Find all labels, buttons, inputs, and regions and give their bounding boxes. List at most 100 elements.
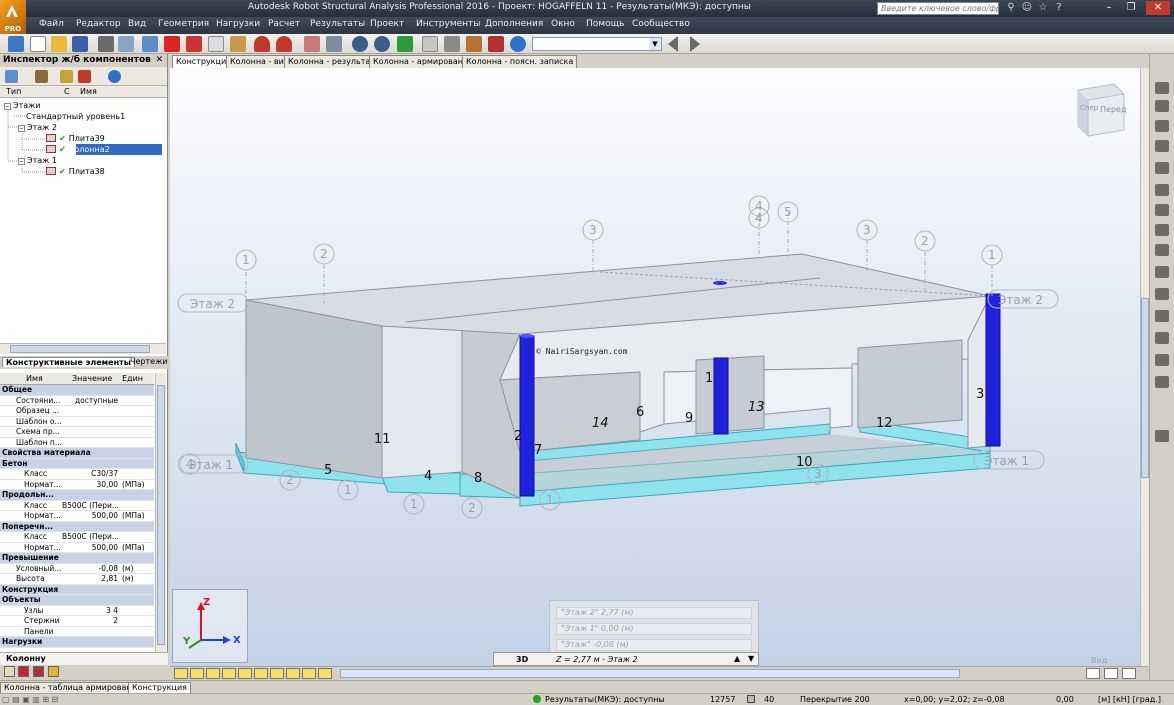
filter-icon[interactable] <box>60 70 73 83</box>
section-icon[interactable] <box>1155 140 1169 152</box>
property-group[interactable]: Поперечн... <box>0 521 154 532</box>
open-file-icon[interactable] <box>51 36 67 52</box>
structure-model-icon[interactable] <box>444 36 460 52</box>
viewport-vertical-scrollbar[interactable] <box>1140 68 1149 666</box>
property-value[interactable]: 500,00 <box>62 543 118 552</box>
level-row-floor1[interactable]: "Этаж 1" 0,00 (м) <box>556 623 752 635</box>
prop-col-name[interactable]: Имя <box>26 374 43 383</box>
element-number-label[interactable]: 1 <box>705 371 713 386</box>
view-icon[interactable] <box>254 668 268 679</box>
property-value[interactable]: C30/37 <box>62 469 118 478</box>
opening-mid[interactable] <box>695 355 765 435</box>
maximize-button[interactable]: ❐ <box>1124 1 1138 15</box>
star-icon[interactable]: ☆ <box>1036 1 1050 15</box>
property-group[interactable]: Конструкция <box>0 584 154 595</box>
property-row[interactable]: Класс B500C (Пери... <box>0 501 154 511</box>
level-row-base[interactable]: "Этаж" -0,08 (м) <box>556 639 752 651</box>
element-number-label[interactable]: 2 <box>514 429 522 444</box>
tab-structural-elements[interactable]: Конструктивные элементы <box>2 357 135 367</box>
material-icon[interactable] <box>1155 162 1169 174</box>
property-row[interactable]: Состояни... доступные <box>0 396 154 406</box>
bar-icon[interactable] <box>1155 100 1169 112</box>
property-row[interactable]: Шаблон п... <box>0 438 154 448</box>
property-group[interactable]: Бетон <box>0 458 154 469</box>
view-mode-icon[interactable] <box>1122 668 1136 679</box>
menu-geometry[interactable]: Геометрия <box>158 19 209 29</box>
wall-left[interactable] <box>245 299 383 479</box>
preferences-icon[interactable] <box>466 36 482 52</box>
display-icon[interactable] <box>326 36 342 52</box>
member-type-icon[interactable] <box>1155 288 1169 300</box>
column-1[interactable] <box>713 357 729 435</box>
element-number-label[interactable]: 9 <box>685 411 693 426</box>
menu-project[interactable]: Проект <box>370 19 404 29</box>
view-mode-icon[interactable] <box>1104 668 1118 679</box>
property-row[interactable]: Стержни 2 <box>0 616 154 627</box>
next-arrow-icon[interactable] <box>690 36 700 52</box>
close-button[interactable]: ✕ <box>1146 1 1170 15</box>
screen-capture-icon[interactable] <box>142 36 158 52</box>
property-row[interactable]: Узлы 3 4 <box>0 606 154 616</box>
current-level[interactable]: Z = 2,77 м - Этаж 2 <box>556 655 638 664</box>
property-group[interactable]: Нагрузки <box>0 637 154 648</box>
property-row[interactable]: Нормат... 500,00 (МПа) <box>0 511 154 522</box>
element-number-label[interactable]: 5 <box>324 463 332 478</box>
property-row[interactable]: Класс C30/37 <box>0 469 154 480</box>
element-number-label[interactable]: 3 <box>976 387 984 402</box>
node-icon[interactable] <box>1155 82 1169 94</box>
property-value[interactable]: 500,00 <box>62 511 118 520</box>
menu-loads[interactable]: Нагрузки <box>216 19 260 29</box>
column-2[interactable] <box>519 335 535 497</box>
job-preferences-icon[interactable] <box>488 36 504 52</box>
property-value[interactable]: 2 <box>62 616 118 625</box>
element-number-label[interactable]: 11 <box>374 432 391 447</box>
menu-tools[interactable]: Инструменты <box>416 19 480 29</box>
release-icon[interactable] <box>1155 184 1169 196</box>
grid-icon[interactable] <box>1155 224 1169 236</box>
structure-viewport[interactable]: Спер Перед 1 2 3 4 5 4 3 2 1 4 3 2 1 1 2… <box>170 68 1142 666</box>
element-number-label[interactable]: 8 <box>474 471 482 486</box>
dimension-icon[interactable] <box>1155 266 1169 278</box>
menu-help[interactable]: Помощь <box>586 19 624 29</box>
menu-results[interactable]: Результаты <box>310 19 365 29</box>
menu-community[interactable]: Сообщество <box>632 19 690 29</box>
cut-icon[interactable] <box>186 36 202 52</box>
menu-analysis[interactable]: Расчет <box>268 19 300 29</box>
units[interactable]: [м] [кН] [град.] <box>1098 695 1161 704</box>
view-icon[interactable] <box>206 668 220 679</box>
paste-icon[interactable] <box>230 36 246 52</box>
property-group[interactable]: Свойства материала <box>0 448 154 459</box>
element-number-label[interactable]: 12 <box>876 416 893 431</box>
copy-icon[interactable] <box>208 36 224 52</box>
chevron-down-icon[interactable]: ▼ <box>649 38 661 50</box>
view-mode-3d[interactable]: 3D <box>516 655 528 664</box>
scroll-thumb[interactable] <box>157 385 165 645</box>
property-row[interactable]: Нормат... 30,00 (МПа) <box>0 480 154 490</box>
property-value[interactable]: -0,08 <box>62 564 118 573</box>
view-icon[interactable] <box>238 668 252 679</box>
edit-element-icon[interactable] <box>35 70 48 83</box>
tree-col-type[interactable]: Тип <box>6 87 21 96</box>
element-number-label[interactable]: 4 <box>424 469 432 484</box>
binoculars-icon[interactable]: ⚲ <box>1004 1 1018 15</box>
offset-icon[interactable] <box>1155 204 1169 216</box>
structure-type-icon[interactable] <box>8 36 24 52</box>
view-icon[interactable] <box>222 668 236 679</box>
redo-icon[interactable] <box>276 36 292 52</box>
tables-icon[interactable] <box>304 36 320 52</box>
view-mode-icon[interactable] <box>1086 668 1100 679</box>
property-row[interactable]: Нормат... 500,00 (МПа) <box>0 543 154 553</box>
view-combo[interactable]: ▼ <box>532 37 662 51</box>
property-row[interactable]: Схема пр... <box>0 427 154 438</box>
loads-icon[interactable] <box>1155 244 1169 256</box>
status-tool-icons[interactable]: ▢ ▤ ▣ ▥ ⊞ ⊟ <box>2 695 58 704</box>
view-icon[interactable] <box>174 668 188 679</box>
property-value[interactable]: B500C (Пери... <box>62 532 119 541</box>
menu-window[interactable]: Окно <box>551 19 575 29</box>
menu-edit[interactable]: Редактор <box>76 19 121 29</box>
column-reinforcement-icon[interactable] <box>33 666 44 677</box>
zoom-icon[interactable] <box>352 36 368 52</box>
panel-tab-column[interactable]: Колонну <box>0 652 168 665</box>
menu-addons[interactable]: Дополнения <box>485 19 543 29</box>
property-row[interactable]: Панели <box>0 627 154 637</box>
